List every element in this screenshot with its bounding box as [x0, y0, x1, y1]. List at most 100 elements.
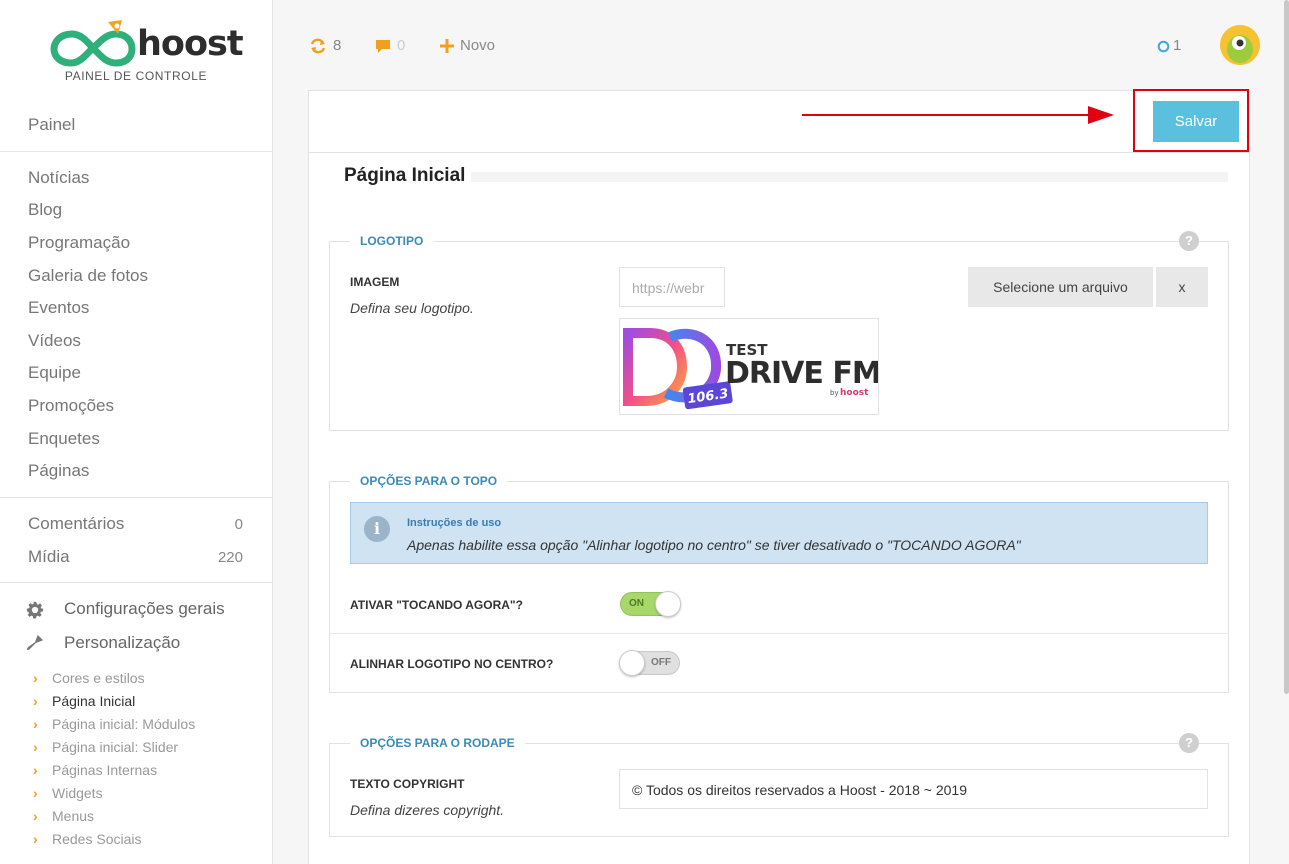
brand-logo[interactable]: hoost PAINEL DE CONTROLE — [50, 16, 244, 86]
brand-name: hoost — [137, 24, 244, 64]
logo-preview-image: 106.3 TEST DRIVE FM by hoost — [619, 318, 879, 415]
logo-url-input[interactable]: https://webr — [619, 267, 725, 307]
refresh-icon — [310, 38, 326, 54]
info-icon: i — [364, 516, 390, 542]
sub-item-label: Menus — [52, 808, 95, 824]
sub-item-label: Páginas Internas — [52, 762, 158, 778]
new-button[interactable]: Novo — [440, 36, 495, 56]
gear-icon — [26, 601, 44, 619]
sub-item-cores[interactable]: › Cores e estilos — [33, 668, 145, 688]
sidebar-item-noticias[interactable]: Notícias — [28, 168, 89, 188]
image-field-desc: Defina seu logotipo. — [350, 300, 474, 316]
top-options-legend: OPÇÕES PARA O TOPO — [350, 474, 508, 488]
new-label: Novo — [460, 37, 496, 54]
sub-item-label: Widgets — [52, 785, 103, 801]
image-field-label: IMAGEM — [350, 275, 400, 289]
brand-subtitle: PAINEL DE CONTROLE — [64, 69, 208, 83]
help-icon[interactable]: ? — [1179, 733, 1199, 753]
sub-item-label: Redes Sociais — [52, 831, 142, 847]
sidebar: hoost PAINEL DE CONTROLE Painel Notícias… — [0, 0, 273, 864]
chevron-right-icon: › — [33, 785, 38, 801]
sub-item-menus[interactable]: › Menus — [33, 806, 94, 826]
toggle-state-label: ON — [629, 598, 644, 609]
plus-icon — [440, 39, 454, 54]
sidebar-item-personalizacao[interactable]: Personalização — [64, 633, 180, 653]
sub-item-label: Página inicial: Slider — [52, 739, 179, 755]
annotation-arrow — [802, 114, 1092, 116]
select-file-button[interactable]: Selecione um arquivo — [968, 267, 1153, 307]
now-playing-label: ATIVAR "TOCANDO AGORA"? — [350, 598, 523, 612]
sidebar-item-equipe[interactable]: Equipe — [28, 363, 81, 383]
online-count: 1 — [1173, 37, 1182, 54]
row-divider — [330, 633, 1228, 634]
toggle-state-label: OFF — [651, 657, 671, 668]
sidebar-item-galeria[interactable]: Galeria de fotos — [28, 266, 148, 286]
sidebar-item-blog[interactable]: Blog — [28, 200, 62, 220]
info-title: Instruções de uso — [407, 517, 502, 529]
updates-button[interactable]: 8 — [309, 36, 341, 56]
circle-icon — [1157, 40, 1170, 52]
sidebar-item-paginas[interactable]: Páginas — [28, 461, 89, 481]
sidebar-item-enquetes[interactable]: Enquetes — [28, 429, 100, 449]
chevron-right-icon: › — [33, 808, 38, 824]
sub-item-pagina-inicial[interactable]: › Página Inicial — [33, 691, 135, 711]
infinity-rocket-icon — [50, 20, 136, 67]
logo-section-legend: LOGOTIPO — [350, 234, 434, 248]
sidebar-item-promocoes[interactable]: Promoções — [28, 396, 114, 416]
sidebar-divider — [0, 582, 272, 583]
sidebar-item-comentarios[interactable]: Comentários 0 — [0, 514, 272, 538]
comments-count-top: 0 — [397, 37, 406, 54]
sidebar-item-programacao[interactable]: Programação — [28, 233, 130, 253]
footer-options-legend: OPÇÕES PARA O RODAPE — [350, 736, 525, 750]
toggle-knob — [619, 650, 645, 676]
sidebar-divider — [0, 497, 272, 498]
center-logo-toggle[interactable]: OFF — [619, 650, 680, 676]
sidebar-item-label: Mídia — [28, 547, 70, 566]
center-logo-label: ALINHAR LOGOTIPO NO CENTRO? — [350, 657, 554, 671]
sidebar-item-midia[interactable]: Mídia 220 — [0, 547, 272, 571]
sidebar-item-label: Comentários — [28, 514, 125, 533]
info-alert: i Instruções de uso Apenas habilite essa… — [350, 502, 1208, 564]
comment-icon — [376, 40, 390, 54]
user-avatar[interactable] — [1220, 25, 1260, 65]
copyright-field-desc: Defina dizeres copyright. — [350, 802, 505, 818]
chevron-right-icon: › — [33, 716, 38, 732]
updates-count: 8 — [333, 37, 342, 54]
arrow-head-icon — [1088, 106, 1114, 124]
sidebar-item-configuracoes[interactable]: Configurações gerais — [64, 599, 225, 619]
sub-item-slider[interactable]: › Página inicial: Slider — [33, 737, 178, 757]
sidebar-item-painel[interactable]: Painel — [28, 115, 75, 135]
chevron-right-icon: › — [33, 739, 38, 755]
page-scrollbar[interactable] — [1284, 0, 1289, 694]
sub-item-paginas-internas[interactable]: › Páginas Internas — [33, 760, 157, 780]
copyright-input[interactable]: © Todos os direitos reservados a Hoost -… — [619, 769, 1208, 809]
avatar-monster-icon — [1220, 25, 1260, 65]
now-playing-toggle[interactable]: ON — [620, 591, 681, 617]
drive-fm-logo: 106.3 TEST DRIVE FM by hoost — [623, 328, 879, 410]
chevron-right-icon: › — [33, 670, 38, 686]
comments-count: 0 — [234, 516, 243, 533]
sidebar-item-videos[interactable]: Vídeos — [28, 331, 81, 351]
sub-item-label: Página inicial: Módulos — [52, 716, 196, 732]
save-highlight-annotation — [1133, 89, 1249, 152]
sidebar-item-eventos[interactable]: Eventos — [28, 298, 89, 318]
page-title: Página Inicial — [344, 165, 466, 186]
comments-button[interactable]: 0 — [375, 36, 405, 56]
toggle-knob — [655, 591, 681, 617]
sub-item-label: Cores e estilos — [52, 670, 145, 686]
logo-main-text: DRIVE FM — [725, 356, 879, 391]
help-icon[interactable]: ? — [1179, 231, 1199, 251]
brush-icon — [26, 634, 44, 650]
logo-by-text: by — [830, 389, 839, 397]
sub-item-redes-sociais[interactable]: › Redes Sociais — [33, 829, 142, 849]
info-text: Apenas habilite essa opção "Alinhar logo… — [407, 537, 1021, 553]
title-rule — [471, 172, 1228, 182]
sub-item-widgets[interactable]: › Widgets — [33, 783, 103, 803]
media-count: 220 — [217, 549, 243, 566]
sidebar-divider — [0, 151, 272, 152]
clear-file-button[interactable]: x — [1156, 267, 1208, 307]
chevron-right-icon: › — [33, 762, 38, 778]
online-users[interactable]: 1 — [1157, 36, 1181, 56]
chevron-right-icon: › — [33, 693, 38, 709]
sub-item-modulos[interactable]: › Página inicial: Módulos — [33, 714, 195, 734]
